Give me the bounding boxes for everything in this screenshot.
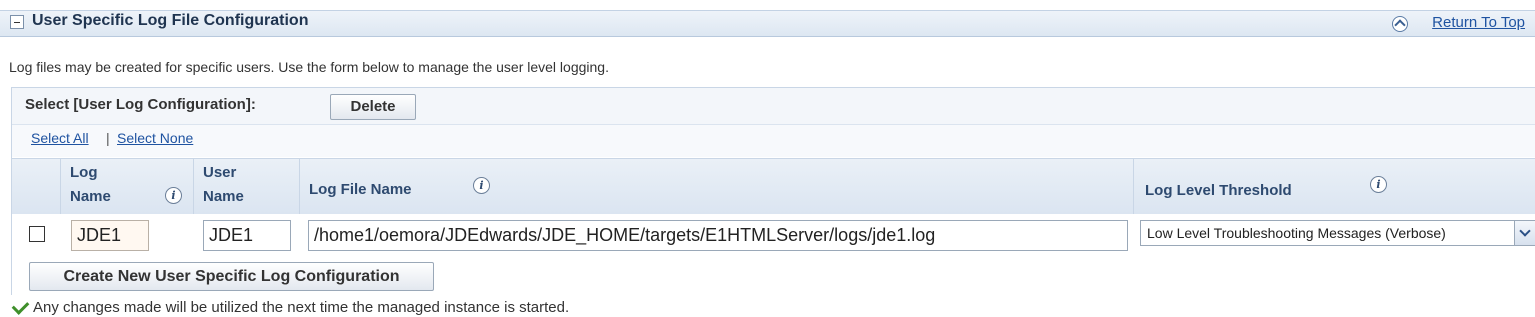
column-header-log-name-line2: Name	[70, 188, 111, 205]
column-divider	[1133, 159, 1134, 214]
column-header-log-file-name[interactable]: Log File Name	[309, 178, 412, 202]
column-divider	[193, 159, 194, 214]
column-divider	[299, 159, 300, 214]
select-none-link[interactable]: Select None	[117, 130, 193, 146]
log-file-name-field[interactable]: /home1/oemora/JDEdwards/JDE_HOME/targets…	[308, 220, 1128, 251]
chevron-down-icon[interactable]	[1514, 221, 1535, 245]
log-level-threshold-value: Low Level Troubleshooting Messages (Verb…	[1147, 225, 1446, 241]
checkmark-icon	[11, 297, 30, 315]
row-select-checkbox[interactable]	[29, 226, 45, 242]
select-bar: Select [User Log Configuration]: Delete	[12, 88, 1535, 125]
section-title: User Specific Log File Configuration	[32, 12, 309, 29]
info-icon[interactable]: i	[1370, 176, 1387, 193]
column-header-user-name-line2: Name	[203, 188, 244, 205]
selection-links-bar	[12, 125, 1535, 157]
create-user-log-config-button[interactable]: Create New User Specific Log Configurati…	[29, 262, 434, 291]
info-note: Any changes made will be utilized the ne…	[11, 297, 570, 316]
up-arrow-icon[interactable]	[1392, 16, 1408, 32]
return-to-top-link[interactable]: Return To Top	[1432, 14, 1525, 31]
create-bar: Create New User Specific Log Configurati…	[12, 256, 1535, 296]
column-header-log-level-threshold[interactable]: Log Level Threshold	[1145, 179, 1292, 203]
section-header: User Specific Log File Configuration Ret…	[0, 10, 1535, 37]
log-level-threshold-select[interactable]: Low Level Troubleshooting Messages (Verb…	[1140, 220, 1535, 246]
user-log-config-panel: Select [User Log Configuration]: Delete …	[11, 87, 1535, 296]
column-divider	[60, 159, 61, 214]
delete-button[interactable]: Delete	[330, 94, 416, 120]
collapse-icon[interactable]	[10, 15, 24, 29]
user-name-field[interactable]: JDE1	[203, 220, 291, 251]
info-icon[interactable]: i	[165, 187, 182, 204]
column-header-user-name[interactable]: User Name	[203, 161, 244, 209]
table-row: JDE1 JDE1 /home1/oemora/JDEdwards/JDE_HO…	[12, 214, 1535, 257]
column-header-log-name[interactable]: Log Name	[70, 161, 111, 209]
select-all-link[interactable]: Select All	[31, 130, 89, 146]
info-note-text: Any changes made will be utilized the ne…	[33, 299, 570, 316]
select-label: Select [User Log Configuration]:	[25, 96, 256, 113]
column-header-log-name-line1: Log	[70, 164, 98, 181]
page-top-strip	[0, 0, 1535, 10]
info-icon[interactable]: i	[473, 177, 490, 194]
log-name-field[interactable]: JDE1	[71, 220, 149, 251]
table-header: Log Name i User Name Log File Name i Log…	[12, 158, 1535, 215]
section-description: Log files may be created for specific us…	[9, 59, 609, 75]
links-separator: |	[106, 130, 110, 146]
column-header-user-name-line1: User	[203, 164, 237, 181]
